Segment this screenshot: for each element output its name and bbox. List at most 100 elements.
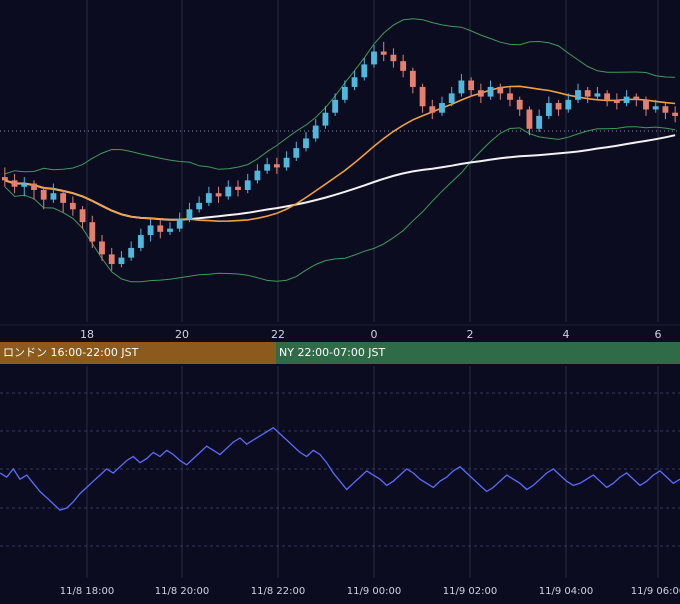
candle — [419, 83, 426, 113]
candle — [167, 222, 173, 236]
price-x-tick-label: 20 — [175, 328, 189, 341]
candle-body — [157, 225, 164, 232]
candle — [536, 109, 543, 133]
candle-body — [69, 202, 76, 210]
candle — [400, 54, 407, 78]
candle-body — [555, 103, 562, 110]
candle — [60, 189, 67, 213]
price-x-tick-label: 2 — [467, 328, 474, 341]
candle-body — [448, 93, 455, 104]
candle-body — [50, 193, 57, 200]
candle-body — [361, 64, 368, 78]
candle — [99, 235, 105, 261]
candle-body — [390, 54, 397, 62]
candle — [458, 74, 465, 97]
price-x-tick-label: 0 — [371, 328, 378, 341]
candle — [225, 180, 232, 200]
price-x-tick-label: 6 — [655, 328, 662, 341]
candle-body — [351, 77, 358, 87]
candle — [341, 80, 348, 104]
candle-body — [545, 103, 552, 116]
candle — [555, 99, 562, 116]
candle — [89, 215, 96, 248]
candle-body — [613, 99, 620, 104]
osc-x-tick-label: 11/8 22:00 — [251, 586, 305, 597]
candle-body — [322, 112, 329, 126]
candle — [108, 247, 115, 271]
candle — [215, 186, 222, 203]
osc-x-tick-label: 11/8 18:00 — [60, 586, 114, 597]
candle-body — [205, 193, 212, 203]
candle-body — [643, 99, 649, 110]
price-x-tick-label: 22 — [271, 328, 285, 341]
candle-body — [196, 202, 203, 210]
candle-body — [283, 157, 290, 168]
candle — [623, 90, 630, 107]
candle-body — [400, 61, 407, 71]
candle — [31, 180, 37, 200]
candle-body — [60, 193, 67, 203]
candle — [21, 177, 28, 197]
candle-body — [575, 90, 581, 100]
candle — [507, 86, 513, 107]
candle — [1, 167, 8, 187]
candle — [487, 80, 494, 100]
candle — [516, 96, 523, 116]
chart-area: 18 20 22 0 2 4 6 11/8 18:00 11/8 20:00 11/8 22:00… — [0, 0, 680, 600]
candle-body — [507, 93, 513, 100]
candle-body — [128, 247, 135, 258]
candle — [477, 83, 484, 104]
candle-body — [225, 186, 232, 197]
candle — [604, 90, 611, 107]
candle — [235, 180, 241, 197]
candle-body — [186, 209, 193, 219]
candle — [613, 93, 620, 110]
candle-body — [244, 180, 251, 190]
candle-body — [108, 254, 115, 265]
candle-body — [652, 106, 659, 110]
bollinger-lower-band — [4, 126, 676, 283]
candle — [196, 196, 203, 213]
candle — [584, 86, 591, 104]
candle — [312, 119, 319, 142]
london-session-label: ロンドン 16:00-22:00 JST — [0, 342, 276, 364]
candle — [575, 83, 581, 104]
candle-body — [458, 80, 465, 94]
candle — [137, 228, 144, 252]
candle-body — [312, 125, 319, 139]
candle-body — [468, 80, 475, 91]
candle-body — [584, 90, 591, 97]
candle-body — [254, 170, 261, 181]
candle-body — [264, 164, 271, 171]
candles — [1, 41, 679, 271]
price-x-ticks: 18 20 22 0 2 4 6 — [80, 328, 662, 341]
ny-session-label: NY 22:00-07:00 JST — [276, 342, 680, 364]
osc-x-tick-label: 11/9 04:00 — [539, 586, 593, 597]
candle — [128, 241, 135, 261]
candle — [545, 96, 552, 120]
candle-body — [147, 225, 154, 236]
candle — [50, 183, 57, 203]
oscillator-x-ticks: 11/8 18:00 11/8 20:00 11/8 22:00 11/9 00:00… — [60, 586, 680, 597]
candle — [429, 99, 436, 120]
candle — [79, 206, 86, 229]
osc-x-tick-label: 11/9 00:00 — [347, 586, 401, 597]
candle-body — [99, 241, 105, 255]
candle-body — [419, 86, 426, 107]
candle-body — [293, 148, 300, 158]
candle — [157, 218, 164, 239]
osc-x-tick-label: 11/9 02:00 — [443, 586, 497, 597]
candle-body — [11, 180, 18, 187]
candle-body — [623, 96, 630, 104]
candle-body — [137, 235, 144, 248]
candle — [662, 103, 669, 120]
candle — [594, 86, 601, 100]
candle — [293, 141, 300, 161]
candle-body — [332, 99, 339, 113]
candle-body — [565, 99, 572, 110]
candle-body — [235, 186, 241, 190]
candle-body — [439, 103, 445, 113]
candle — [254, 164, 261, 184]
candle-body — [303, 138, 309, 149]
candle-body — [672, 112, 679, 116]
